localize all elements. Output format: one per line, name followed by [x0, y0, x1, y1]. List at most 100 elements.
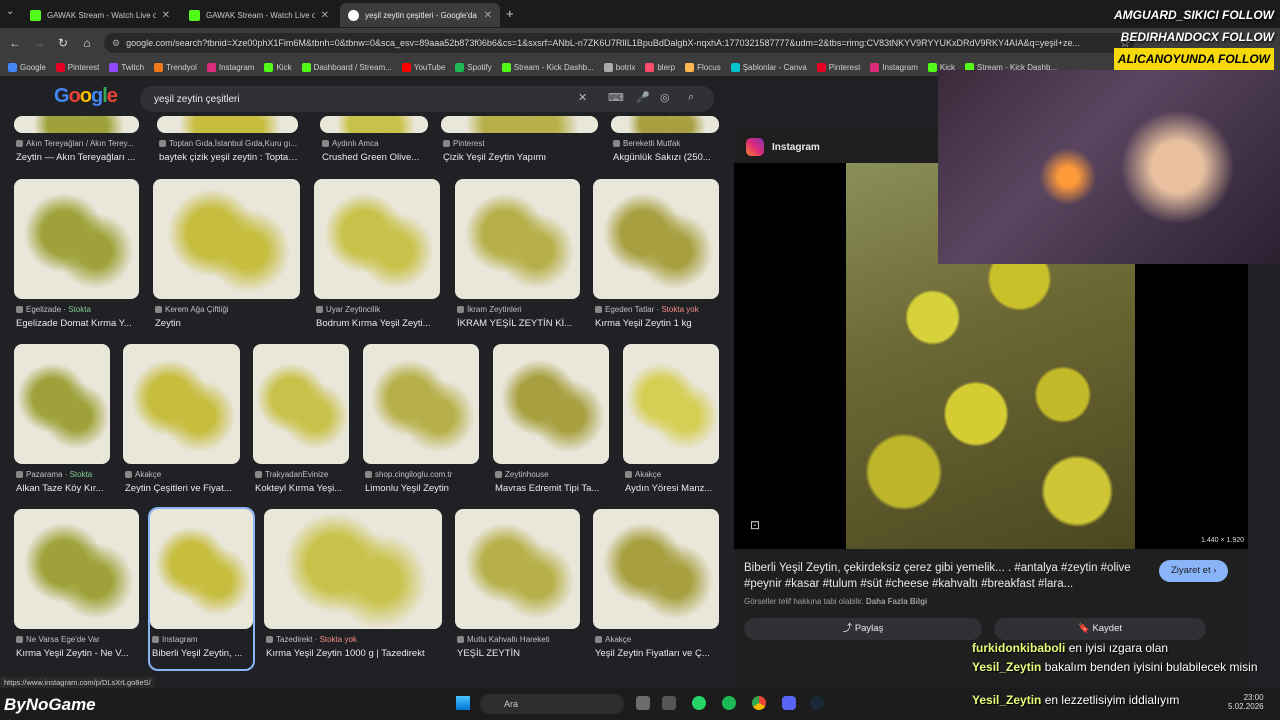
home-button[interactable]: ⌂ [78, 34, 96, 52]
image-result[interactable]: Akakçe Aydın Yöresi Manz... [623, 344, 719, 504]
preview-description[interactable]: Biberli Yeşil Zeytin, çekirdeksiz çerez … [744, 560, 1144, 592]
image-result[interactable]: shop.cingiloglu.com.tr Limonlu Yeşil Zeyt… [363, 344, 479, 504]
result-title[interactable]: Aydın Yöresi Manz... [625, 483, 721, 494]
tab-search-icon[interactable]: ⌄ [6, 6, 14, 17]
lens-icon[interactable]: ◎ [660, 91, 670, 104]
save-button[interactable]: 🔖 Kaydet [994, 618, 1206, 640]
result-thumbnail[interactable] [493, 344, 609, 464]
image-result[interactable]: Akakçe Zeytin Çeşitleri ve Fiyat... [123, 344, 240, 504]
bookmark-item[interactable]: YouTube [401, 62, 445, 72]
image-result[interactable]: Zeytinhouse Mavras Edremit Tipi Ta... [493, 344, 609, 504]
result-thumbnail[interactable] [314, 179, 440, 299]
result-thumbnail[interactable] [320, 116, 428, 133]
result-thumbnail[interactable] [623, 344, 719, 464]
result-thumbnail[interactable] [253, 344, 349, 464]
tab-gawak-1[interactable]: GAWAK Stream - Watch Live on ✕ [22, 3, 178, 27]
clock[interactable]: 23:00 5.02.2026 [1228, 693, 1264, 711]
image-result[interactable]: Ne Varsa Ege'de Var Kırma Yeşil Zeytin - … [14, 509, 139, 669]
steam-icon[interactable] [810, 696, 824, 710]
result-title[interactable]: Akgünlük Sakızı (250... [613, 152, 721, 163]
forward-button[interactable]: → [30, 34, 48, 52]
image-result[interactable]: Aydınlı Amca Crushed Green Olive... [320, 116, 428, 173]
back-button[interactable]: ← [6, 34, 24, 52]
result-thumbnail[interactable] [150, 509, 253, 629]
result-thumbnail[interactable] [611, 116, 719, 133]
close-icon[interactable]: ✕ [162, 10, 170, 21]
image-result[interactable]: Instagram Biberli Yeşil Zeytin, ... [148, 507, 255, 671]
result-title[interactable]: Çizik Yeşil Zeytin Yapımı [443, 152, 600, 163]
clear-icon[interactable]: ✕ [578, 91, 587, 104]
image-result[interactable]: Egeden Tatlar · Stokta yok Kırma Yeşil Ze… [593, 179, 719, 339]
taskbar-search[interactable]: Ara [480, 694, 624, 714]
image-result[interactable]: Tazedirekt · Stokta yok Kırma Yeşil Zeyti… [264, 509, 442, 669]
search-icon[interactable]: ⌕ [688, 91, 694, 104]
result-thumbnail[interactable] [14, 344, 110, 464]
result-title[interactable]: baytek çizik yeşil zeytin : Toptan... [159, 152, 300, 163]
tab-gawak-2[interactable]: GAWAK Stream - Watch Live on ✕ [181, 3, 337, 27]
result-title[interactable]: Kırma Yeşil Zeytin - Ne V... [16, 648, 141, 659]
result-title[interactable]: Kırma Yeşil Zeytin 1 kg [595, 318, 721, 329]
more-info-link[interactable]: Daha Fazla Bilgi [866, 597, 927, 606]
result-title[interactable]: Limonlu Yeşil Zeytin [365, 483, 481, 494]
result-title[interactable]: Kırma Yeşil Zeytin 1000 g | Tazedirekt [266, 648, 444, 659]
result-title[interactable]: Mavras Edremit Tipi Ta... [495, 483, 611, 494]
bookmark-item[interactable]: botrix [603, 62, 635, 72]
whatsapp-icon[interactable] [692, 696, 706, 710]
windows-start-icon[interactable] [456, 696, 470, 710]
image-result[interactable]: Uyar Zeytincilik Bodrum Kırma Yeşil Zeyti… [314, 179, 440, 339]
bookmark-item[interactable]: Google [8, 62, 46, 72]
result-thumbnail[interactable] [157, 116, 298, 133]
discord-icon[interactable] [782, 696, 796, 710]
spotify-icon[interactable] [722, 696, 736, 710]
result-thumbnail[interactable] [153, 179, 300, 299]
bookmark-item[interactable]: Pinterest [816, 62, 860, 72]
bookmark-item[interactable]: Pinterest [55, 62, 99, 72]
image-result[interactable]: TrakyadanEvinize Kokteyl Kırma Yeşi... [253, 344, 349, 504]
google-logo[interactable]: Google [54, 85, 118, 108]
result-title[interactable]: Biberli Yeşil Zeytin, ... [152, 648, 255, 659]
image-result[interactable]: Kerem Ağa Çiftliği Zeytin [153, 179, 300, 339]
result-title[interactable]: Yeşil Zeytin Fiyatları ve Ç... [595, 648, 721, 659]
image-result[interactable]: Pazarama · Stokta Alkan Taze Köy Kır... [14, 344, 110, 504]
result-thumbnail[interactable] [14, 116, 139, 133]
result-thumbnail[interactable] [593, 509, 719, 629]
image-result[interactable]: Egelizade · Stokta Egelizade Domat Kırma … [14, 179, 139, 339]
result-title[interactable]: Kokteyl Kırma Yeşi... [255, 483, 351, 494]
app-icon[interactable] [662, 696, 676, 710]
chrome-icon[interactable] [752, 696, 766, 710]
image-result[interactable]: Toptan Gıda,İstanbul Gıda,Kuru gı... bayt… [157, 116, 300, 173]
result-title[interactable]: Zeytin [155, 318, 302, 329]
image-result[interactable]: Akın Tereyağları / Akın Terey... Zeytin —… [14, 116, 139, 173]
bookmark-item[interactable]: Stream - Kick Dashb... [501, 62, 594, 72]
result-title[interactable]: Egelizade Domat Kırma Y... [16, 318, 141, 329]
bookmark-item[interactable]: Twitch [109, 62, 144, 72]
bookmark-item[interactable]: Instagram [206, 62, 254, 72]
result-title[interactable]: YEŞİL ZEYTİN [457, 648, 582, 659]
bookmark-item[interactable]: Şablonlar - Canva [730, 62, 807, 72]
result-thumbnail[interactable] [123, 344, 240, 464]
image-result[interactable]: İkram Zeytinleri İKRAM YEŞİL ZEYTİN Kİ... [455, 179, 580, 339]
keyboard-icon[interactable]: ⌨ [608, 91, 624, 104]
task-view-icon[interactable] [636, 696, 650, 710]
address-bar[interactable]: ⚙ google.com/search?tbnid=Xze00phX1Fim6M… [104, 33, 1134, 53]
close-icon[interactable]: ✕ [484, 10, 492, 21]
bookmark-item[interactable]: Instagram [870, 62, 918, 72]
image-result[interactable]: Pinterest Çizik Yeşil Zeytin Yapımı [441, 116, 598, 173]
result-thumbnail[interactable] [455, 179, 580, 299]
site-info-icon[interactable]: ⚙ [112, 38, 120, 49]
result-thumbnail[interactable] [264, 509, 442, 629]
image-result[interactable]: Bereketli Mutfak Akgünlük Sakızı (250... [611, 116, 719, 173]
close-icon[interactable]: ✕ [321, 10, 329, 21]
lens-search-icon[interactable]: ⊡ [750, 518, 760, 532]
new-tab-button[interactable]: + [506, 6, 514, 21]
reload-button[interactable]: ↻ [54, 34, 72, 52]
visit-button[interactable]: Ziyaret et › [1159, 560, 1229, 582]
result-title[interactable]: Alkan Taze Köy Kır... [16, 483, 112, 494]
result-thumbnail[interactable] [593, 179, 719, 299]
result-thumbnail[interactable] [14, 509, 139, 629]
bookmark-item[interactable]: Dashboard / Stream... [301, 62, 392, 72]
mic-icon[interactable]: 🎤 [636, 91, 650, 104]
result-thumbnail[interactable] [363, 344, 479, 464]
result-title[interactable]: Bodrum Kırma Yeşil Zeyti... [316, 318, 442, 329]
image-result[interactable]: Akakçe Yeşil Zeytin Fiyatları ve Ç... [593, 509, 719, 669]
